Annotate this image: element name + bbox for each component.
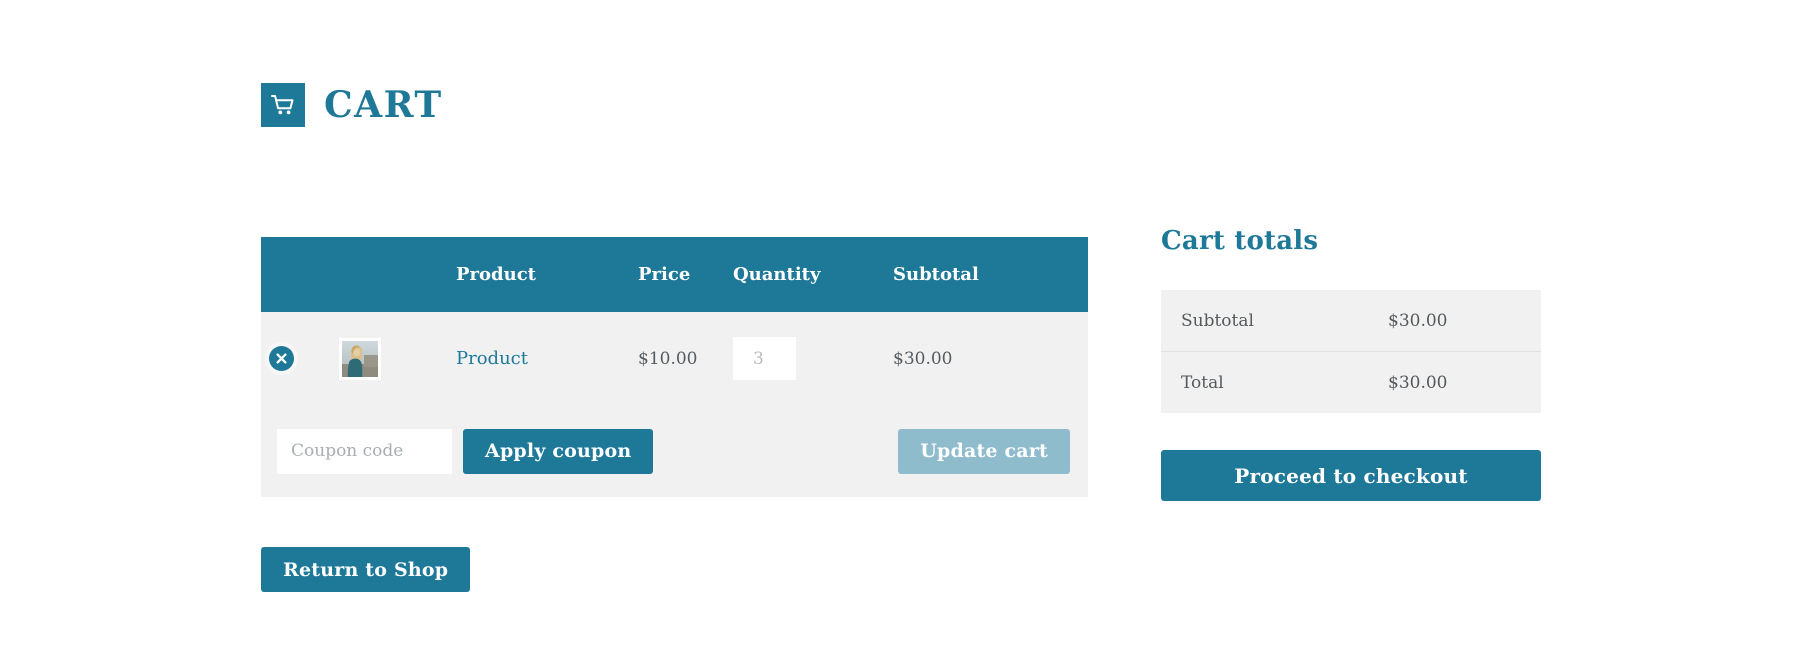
- column-header-price: Price: [638, 237, 733, 312]
- cart-subtotal-value: $30.00: [1386, 290, 1541, 352]
- cart-actions-row: Apply coupon Update cart: [261, 405, 1088, 497]
- cart-item-thumbnail-cell: [339, 312, 456, 405]
- cart-subtotal-label: Subtotal: [1161, 290, 1386, 352]
- cart-table: Product Price Quantity Subtotal: [261, 237, 1088, 497]
- product-thumbnail[interactable]: [339, 338, 381, 380]
- update-cart-button[interactable]: Update cart: [898, 429, 1070, 474]
- cart-item-subtotal: $30.00: [893, 312, 1088, 405]
- cart-actions-inner: Apply coupon Update cart: [261, 405, 1088, 497]
- cart-item-remove-cell: [261, 312, 339, 405]
- column-header-product: Product: [456, 237, 638, 312]
- page-title-wrap: CART: [261, 83, 443, 127]
- shopping-cart-icon: [261, 83, 305, 127]
- return-to-shop-button[interactable]: Return to Shop: [261, 547, 470, 592]
- cart-item-price: $10.00: [638, 312, 733, 405]
- product-name-link[interactable]: Product: [456, 348, 528, 369]
- column-header-quantity: Quantity: [733, 237, 893, 312]
- cart-total-label: Total: [1161, 352, 1386, 414]
- column-header-thumbnail: [339, 237, 456, 312]
- cart-totals-heading: Cart totals: [1161, 226, 1541, 256]
- remove-item-icon[interactable]: [269, 346, 294, 371]
- page-title: CART: [324, 87, 443, 123]
- column-header-subtotal: Subtotal: [893, 237, 1088, 312]
- apply-coupon-button[interactable]: Apply coupon: [463, 429, 653, 474]
- quantity-input[interactable]: [733, 337, 796, 380]
- cart-item-quantity-cell: [733, 312, 893, 405]
- cart-totals-row: Subtotal $30.00: [1161, 290, 1541, 352]
- proceed-to-checkout-button[interactable]: Proceed to checkout: [1161, 450, 1541, 501]
- column-header-remove: [261, 237, 339, 312]
- cart-table-header-row: Product Price Quantity Subtotal: [261, 237, 1088, 312]
- coupon-code-input[interactable]: [277, 429, 452, 474]
- cart-totals-table: Subtotal $30.00 Total $30.00: [1161, 290, 1541, 413]
- cart-totals-row: Total $30.00: [1161, 352, 1541, 414]
- cart-actions-cell: Apply coupon Update cart: [261, 405, 1088, 497]
- cart-table-region: Product Price Quantity Subtotal: [261, 237, 1088, 497]
- cart-item-name-cell: Product: [456, 312, 638, 405]
- cart-item-row: Product $10.00 $30.00: [261, 312, 1088, 405]
- cart-table-head: Product Price Quantity Subtotal: [261, 237, 1088, 312]
- cart-totals-region: Cart totals Subtotal $30.00 Total $30.00…: [1161, 226, 1541, 501]
- cart-table-body: Product $10.00 $30.00 Apply coupon Updat…: [261, 312, 1088, 497]
- cart-total-value: $30.00: [1386, 352, 1541, 414]
- cart-page: CART Product Price Quantity Subtotal: [0, 0, 1800, 653]
